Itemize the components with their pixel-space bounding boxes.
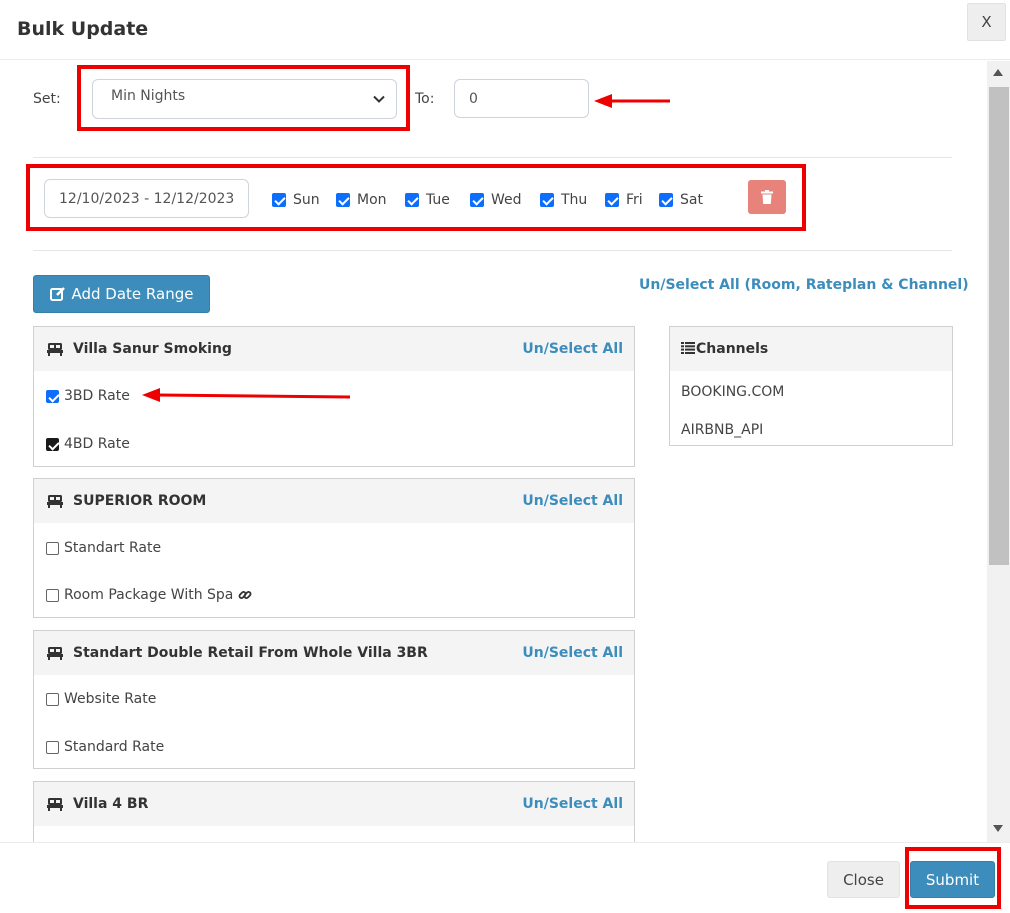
set-select[interactable]: Min Nights (92, 79, 397, 119)
chevron-down-icon (373, 95, 385, 103)
room-select-all-link[interactable]: Un/Select All (522, 796, 623, 812)
day-checkbox-wed[interactable]: Wed (470, 192, 522, 208)
checkbox[interactable] (46, 740, 59, 754)
annotation-arrow-icon (594, 94, 670, 108)
divider (33, 250, 952, 251)
rate-checkbox-4bd[interactable]: 4BD Rate (46, 436, 130, 452)
select-all-global-link[interactable]: Un/Select All (Room, Rateplan & Channel) (639, 277, 969, 293)
room-name: SUPERIOR ROOM (73, 493, 207, 509)
bed-icon (47, 343, 63, 356)
modal-title: Bulk Update (17, 18, 149, 40)
room-name: Standart Double Retail From Whole Villa … (73, 645, 428, 661)
bed-icon (47, 798, 63, 811)
channels-title: Channels (696, 341, 769, 357)
scroll-down-icon[interactable] (993, 825, 1003, 832)
room-panel-superior-room: SUPERIOR ROOM Un/Select All Standart Rat… (33, 478, 635, 618)
rate-checkbox-3bd[interactable]: 3BD Rate (46, 388, 130, 404)
channels-panel: Channels BOOKING.COM AIRBNB_API (669, 326, 953, 446)
checkbox[interactable] (605, 193, 619, 207)
rate-checkbox-website[interactable]: Website Rate (46, 691, 156, 707)
checkbox[interactable] (336, 193, 350, 207)
channel-item-booking[interactable]: BOOKING.COM (681, 384, 784, 400)
divider (33, 157, 952, 158)
checkbox[interactable] (659, 193, 673, 207)
add-date-range-button[interactable]: Add Date Range (33, 275, 210, 313)
modal-body: Set: Min Nights To: Sun Mon Tue Wed Thu … (0, 61, 987, 842)
day-checkbox-fri[interactable]: Fri (605, 192, 643, 208)
link-icon (238, 591, 252, 599)
room-panel-villa-4br: Villa 4 BR Un/Select All (33, 781, 635, 842)
checkbox[interactable] (272, 193, 286, 207)
list-icon (681, 342, 695, 354)
close-x-button[interactable]: X (967, 3, 1006, 41)
room-select-all-link[interactable]: Un/Select All (522, 493, 623, 509)
day-checkbox-sat[interactable]: Sat (659, 192, 703, 208)
checkbox[interactable] (46, 692, 59, 706)
room-name: Villa Sanur Smoking (73, 341, 232, 357)
to-input[interactable] (454, 79, 589, 118)
checkbox[interactable] (46, 588, 59, 602)
bed-icon (47, 495, 63, 508)
day-checkbox-thu[interactable]: Thu (540, 192, 587, 208)
channel-item-airbnb[interactable]: AIRBNB_API (681, 422, 763, 438)
checkbox[interactable] (405, 193, 419, 207)
bed-icon (47, 647, 63, 660)
scrollbar[interactable] (987, 61, 1010, 842)
submit-button[interactable]: Submit (910, 861, 995, 898)
edit-icon (49, 287, 65, 301)
modal-header: Bulk Update X (0, 0, 1010, 60)
modal-footer: Close Submit (0, 842, 1010, 913)
checkbox[interactable] (470, 193, 484, 207)
room-name: Villa 4 BR (73, 796, 149, 812)
trash-icon (761, 190, 773, 204)
rate-checkbox-standard[interactable]: Standard Rate (46, 739, 164, 755)
day-checkbox-mon[interactable]: Mon (336, 192, 387, 208)
set-label: Set: (33, 91, 61, 107)
set-select-value: Min Nights (111, 88, 186, 104)
rate-checkbox-standart[interactable]: Standart Rate (46, 540, 161, 556)
checkbox[interactable] (540, 193, 554, 207)
scroll-thumb[interactable] (989, 87, 1009, 565)
delete-range-button[interactable] (748, 180, 786, 214)
rate-checkbox-package-spa[interactable]: Room Package With Spa (46, 587, 252, 603)
room-select-all-link[interactable]: Un/Select All (522, 645, 623, 661)
room-panel-standart-double-retail: Standart Double Retail From Whole Villa … (33, 630, 635, 769)
date-range-input[interactable] (44, 179, 249, 218)
to-label: To: (415, 91, 435, 107)
day-checkbox-tue[interactable]: Tue (405, 192, 450, 208)
scroll-up-icon[interactable] (993, 69, 1003, 76)
day-checkbox-sun[interactable]: Sun (272, 192, 320, 208)
close-button[interactable]: Close (827, 861, 900, 898)
room-select-all-link[interactable]: Un/Select All (522, 341, 623, 357)
checkbox[interactable] (46, 389, 59, 403)
checkbox[interactable] (46, 541, 59, 555)
room-panel-villa-sanur-smoking: Villa Sanur Smoking Un/Select All 3BD Ra… (33, 326, 635, 467)
checkbox[interactable] (46, 437, 59, 451)
